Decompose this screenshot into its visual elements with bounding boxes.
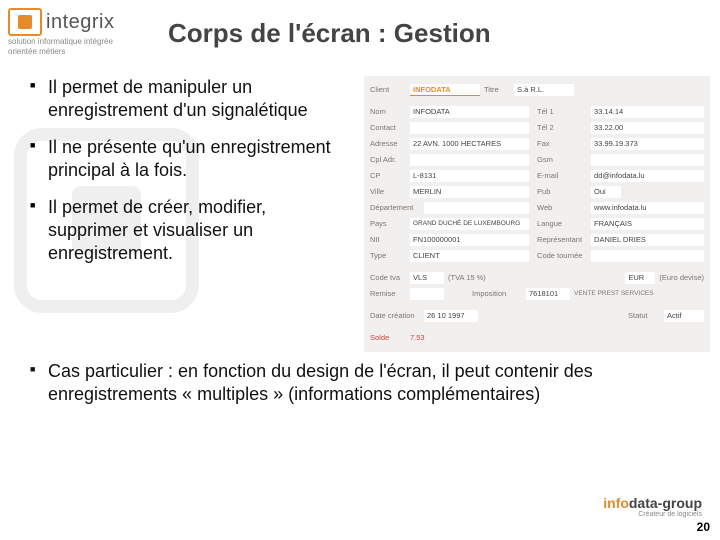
- footer-logo: infodata-group Créateur de logiciels: [603, 495, 702, 518]
- bullet-item: Il ne présente qu'un enregistrement prin…: [30, 136, 350, 182]
- field-label: Remise: [370, 289, 406, 298]
- field-label: Solde: [370, 333, 406, 342]
- field-value: L-8131: [410, 170, 529, 182]
- field-label: Code tva: [370, 273, 406, 282]
- field-value: INFODATA: [410, 106, 529, 118]
- field-label: Langue: [537, 219, 587, 228]
- field-label: Imposition: [472, 289, 522, 298]
- field-value: DANIEL DRIES: [591, 234, 704, 246]
- field-value: S.à R.L.: [514, 84, 574, 96]
- field-value: dd@infodata.lu: [591, 170, 704, 182]
- integrix-logo: integrix solution informatique intégrée …: [8, 8, 156, 56]
- bottom-bullet-block: Cas particulier : en fonction du design …: [0, 352, 720, 407]
- slide-title: Corps de l'écran : Gestion: [156, 8, 491, 49]
- bullet-item: Cas particulier : en fonction du design …: [30, 360, 700, 407]
- field-note: (Euro devise): [659, 273, 704, 282]
- slide-header: integrix solution informatique intégrée …: [0, 0, 720, 56]
- field-value: VLS: [410, 272, 444, 284]
- field-value: FRANÇAIS: [591, 218, 704, 230]
- field-label: Tél 1: [537, 107, 587, 116]
- field-value: GRAND DUCHÉ DE LUXEMBOURG: [410, 218, 529, 230]
- field-label: Pays: [370, 219, 406, 228]
- field-value: 33.14.14: [591, 106, 704, 118]
- field-label: Titre: [484, 85, 510, 94]
- field-value: [591, 154, 704, 166]
- field-label: Pub: [537, 187, 587, 196]
- field-value: CLIENT: [410, 250, 529, 262]
- page-number: 20: [697, 520, 710, 534]
- logo-icon: [8, 8, 42, 36]
- field-value: Oui: [591, 186, 621, 198]
- field-label: Tél 2: [537, 123, 587, 132]
- footer-brand-data: data: [629, 495, 658, 511]
- field-label: Statut: [628, 311, 660, 320]
- footer-brand-group: -group: [658, 495, 702, 511]
- field-value: [410, 288, 444, 300]
- footer-brand-info: info: [603, 495, 629, 511]
- field-value: 33.22.00: [591, 122, 704, 134]
- field-note: (TVA 15 %): [448, 273, 494, 282]
- field-value: Actif: [664, 310, 704, 322]
- field-value: EUR: [625, 272, 655, 284]
- field-label: CP: [370, 171, 406, 180]
- field-label: Adresse: [370, 139, 406, 148]
- field-value: 7.53: [410, 333, 425, 342]
- form-screenshot: Client INFODATA Titre S.à R.L. Nom INFODA…: [364, 76, 710, 352]
- field-value: 33.99.19.373: [591, 138, 704, 150]
- field-label: Département: [370, 203, 420, 212]
- field-value: www.infodata.lu: [591, 202, 704, 214]
- field-value: 7618101: [526, 288, 570, 300]
- field-label: Nom: [370, 107, 406, 116]
- field-label: Date création: [370, 311, 420, 320]
- field-value: 22 AVN. 1000 HECTARES: [410, 138, 529, 150]
- field-value: 26 10 1997: [424, 310, 478, 322]
- field-value: FN100000001: [410, 234, 529, 246]
- field-label: Ville: [370, 187, 406, 196]
- logo-subtitle-2: orientée métiers: [8, 47, 65, 56]
- bullet-item: Il permet de manipuler un enregistrement…: [30, 76, 350, 122]
- field-label: Code tournée: [537, 251, 587, 260]
- field-label: Gsm: [537, 155, 587, 164]
- field-value: [424, 202, 529, 214]
- field-value: [410, 122, 529, 134]
- field-label: Cpl Adr.: [370, 155, 406, 164]
- field-label: Fax: [537, 139, 587, 148]
- bullet-item: Il permet de créer, modifier, supprimer …: [30, 196, 350, 265]
- field-label: Représentant: [537, 235, 587, 244]
- field-value: INFODATA: [410, 84, 480, 96]
- field-label: Contact: [370, 123, 406, 132]
- logo-subtitle-1: solution informatique intégrée: [8, 38, 113, 47]
- field-value: [410, 154, 529, 166]
- field-value: MERLIN: [410, 186, 529, 198]
- field-label: NII: [370, 235, 406, 244]
- field-value: [591, 250, 704, 262]
- field-note: VENTE PREST SERVICES: [574, 290, 654, 297]
- field-label: E-mail: [537, 171, 587, 180]
- field-label: Type: [370, 251, 406, 260]
- footer-brand-sub: Créateur de logiciels: [603, 511, 702, 518]
- bullet-list: Il permet de manipuler un enregistrement…: [30, 76, 350, 352]
- field-label: Web: [537, 203, 587, 212]
- field-label: Client: [370, 85, 406, 94]
- logo-text: integrix: [46, 11, 114, 34]
